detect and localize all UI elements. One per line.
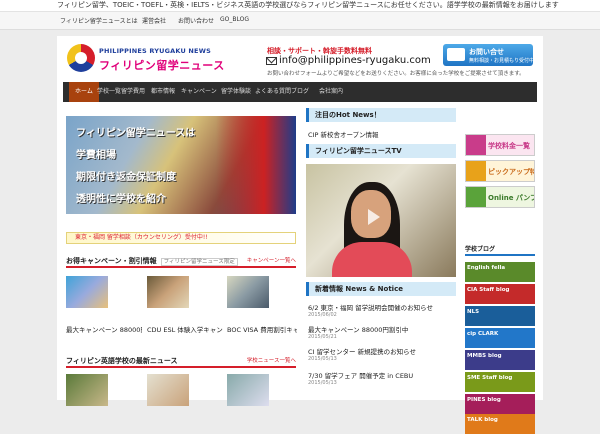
blog-link[interactable]: MMBS blog (465, 350, 535, 370)
campaign-subtitle: フィリピン留学ニュース限定 (160, 258, 238, 266)
news-item-title[interactable]: 6/2 東京・福岡 留学説明会開催のお知らせ (308, 302, 433, 312)
blog-link[interactable]: English fella (465, 262, 535, 282)
header-subtext: お問い合わせフォームよりご希望などをお送りください。お客様に合った学校をご提案さ… (267, 71, 525, 77)
logo-japanese[interactable]: フィリピン留学ニュース (99, 57, 225, 73)
hero-slider[interactable]: フィリピン留学ニュースは 学費相場 期限付き返金保証制度 透明性に学校を紹介 (66, 116, 296, 214)
news-item-date: 2015/05/13 (308, 356, 337, 362)
hot-news-item[interactable]: CIP 新校舎オープン情報 (308, 129, 379, 139)
side-banner-pamphlet[interactable]: Online パンフレット (465, 186, 535, 208)
video-player[interactable] (306, 164, 456, 277)
campaign-more-link[interactable]: キャンペーン一覧へ (247, 256, 296, 264)
campaign-thumb-1[interactable] (66, 276, 108, 308)
campaign-title: お得キャンペーン・割引情報 (66, 257, 157, 265)
hot-news-heading: 注目のHot News！ (306, 108, 456, 122)
hero-line-1: フィリピン留学ニュースは (76, 128, 196, 139)
contact-sublabel: 無料相談・お見積もり受付中 (469, 58, 535, 64)
latest-thumb-2[interactable] (147, 374, 189, 406)
latest-thumb-3[interactable] (227, 374, 269, 406)
top-nav-about[interactable]: フィリピン留学ニュースとは (60, 16, 138, 25)
hero-line-3: 期限付き返金保証制度 (76, 172, 176, 183)
hero-line-4: 透明性に学校を紹介 (76, 194, 166, 205)
top-nav-contact[interactable]: お問い合わせ (178, 16, 214, 25)
latest-title: フィリピン英語学校の最新ニュース (66, 357, 178, 365)
blog-link[interactable]: cip CLARK (465, 328, 535, 348)
video-person-shirt (332, 242, 412, 277)
latest-thumb-1[interactable] (66, 374, 108, 406)
play-icon[interactable] (368, 209, 380, 225)
latest-more-link[interactable]: 学校ニュース一覧へ (247, 356, 296, 364)
contact-button[interactable]: お問い合せ 無料相談・お見積もり受付中 (443, 44, 535, 66)
logo-icon[interactable] (67, 44, 95, 72)
header-email[interactable]: info@philippines-ryugaku.com (279, 55, 431, 66)
news-item-date: 2015/05/13 (308, 380, 337, 386)
blog-link[interactable]: PINES blog (465, 394, 535, 414)
logo-english[interactable]: PHILIPPINES RYUGAKU NEWS (99, 47, 211, 55)
news-notice-heading: 新着情報 News & Notice (306, 282, 456, 296)
main-nav: ホーム 学校一覧 留学費用 都市情報 キャンペーン 留学体験談 よくある質問 ブ… (63, 82, 537, 102)
news-item-title[interactable]: 7/30 留学フェア 開催予定 in CEBU (308, 370, 413, 380)
campaign-item-title[interactable]: BOC VISA 費用割引キャンペーン (227, 324, 297, 334)
campaign-thumb-3[interactable] (227, 276, 269, 308)
blog-link[interactable]: TALK blog (465, 414, 535, 434)
news-item-title[interactable]: CI 留学センター 新規提携のお知らせ (308, 346, 416, 356)
top-nav-goblog[interactable]: GO_BLOG (220, 16, 249, 23)
flag-graphic (216, 116, 296, 214)
campaign-thumb-2[interactable] (147, 276, 189, 308)
page-container: PHILIPPINES RYUGAKU NEWS フィリピン留学ニュース 相談・… (57, 36, 543, 434)
news-item-date: 2015/05/21 (308, 334, 337, 340)
nav-company[interactable]: 会社案内 (313, 82, 349, 102)
counseling-banner[interactable]: 東京・福岡 留学相談（カウンセリング）受付中!! (66, 232, 296, 244)
blog-link[interactable]: CIA Staff blog (465, 284, 535, 304)
side-banner-fees[interactable]: 学校料金一覧 (465, 134, 535, 156)
blog-link[interactable]: SME Staff blog (465, 372, 535, 392)
news-item-title[interactable]: 最大キャンペーン 88000円割引中 (308, 324, 408, 334)
latest-news-heading: フィリピン英語学校の最新ニュース 学校ニュース一覧へ (66, 356, 296, 368)
top-nav: フィリピン留学ニュースとは 運営会社 お問い合わせ GO_BLOG (0, 12, 600, 30)
campaign-item-title[interactable]: 最大キャンペーン 88000円割引 (66, 324, 142, 334)
blog-link[interactable]: NLS (465, 306, 535, 326)
side-banner-pickup[interactable]: ピックアップ特集一覧 (465, 160, 535, 182)
school-blog-heading: 学校ブログ (465, 244, 535, 256)
tv-heading: フィリピン留学ニュースTV (306, 144, 456, 158)
envelope-icon (447, 48, 465, 61)
news-item-date: 2015/06/02 (308, 312, 337, 318)
top-nav-company[interactable]: 運営会社 (142, 16, 166, 25)
contact-label: お問い合せ (469, 48, 504, 56)
mail-icon (266, 57, 277, 65)
top-banner-text: フィリピン留学、TOEIC・TOEFL・英検・IELTS・ビジネス英語の学校選び… (0, 0, 600, 12)
hero-line-2: 学費相場 (76, 150, 116, 161)
campaign-item-title[interactable]: CDU ESL 体験入学キャンペーン (147, 324, 223, 334)
nav-blog[interactable]: ブログ (285, 82, 315, 102)
campaign-heading: お得キャンペーン・割引情報 フィリピン留学ニュース限定 キャンペーン一覧へ (66, 256, 296, 268)
